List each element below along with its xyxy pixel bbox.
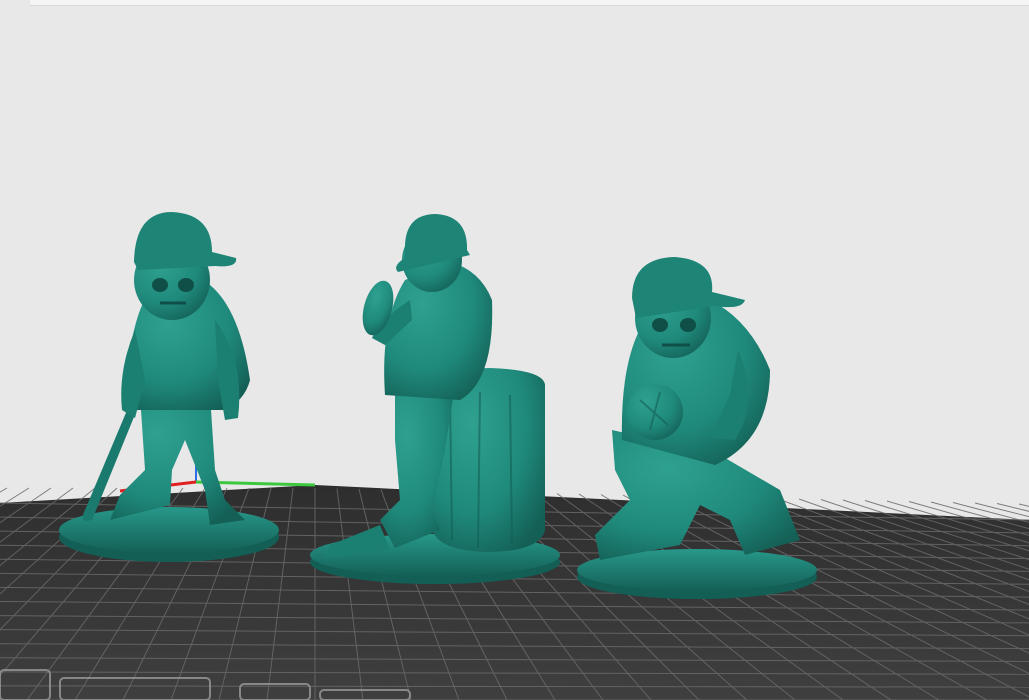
3d-viewport[interactable] <box>0 0 1029 700</box>
